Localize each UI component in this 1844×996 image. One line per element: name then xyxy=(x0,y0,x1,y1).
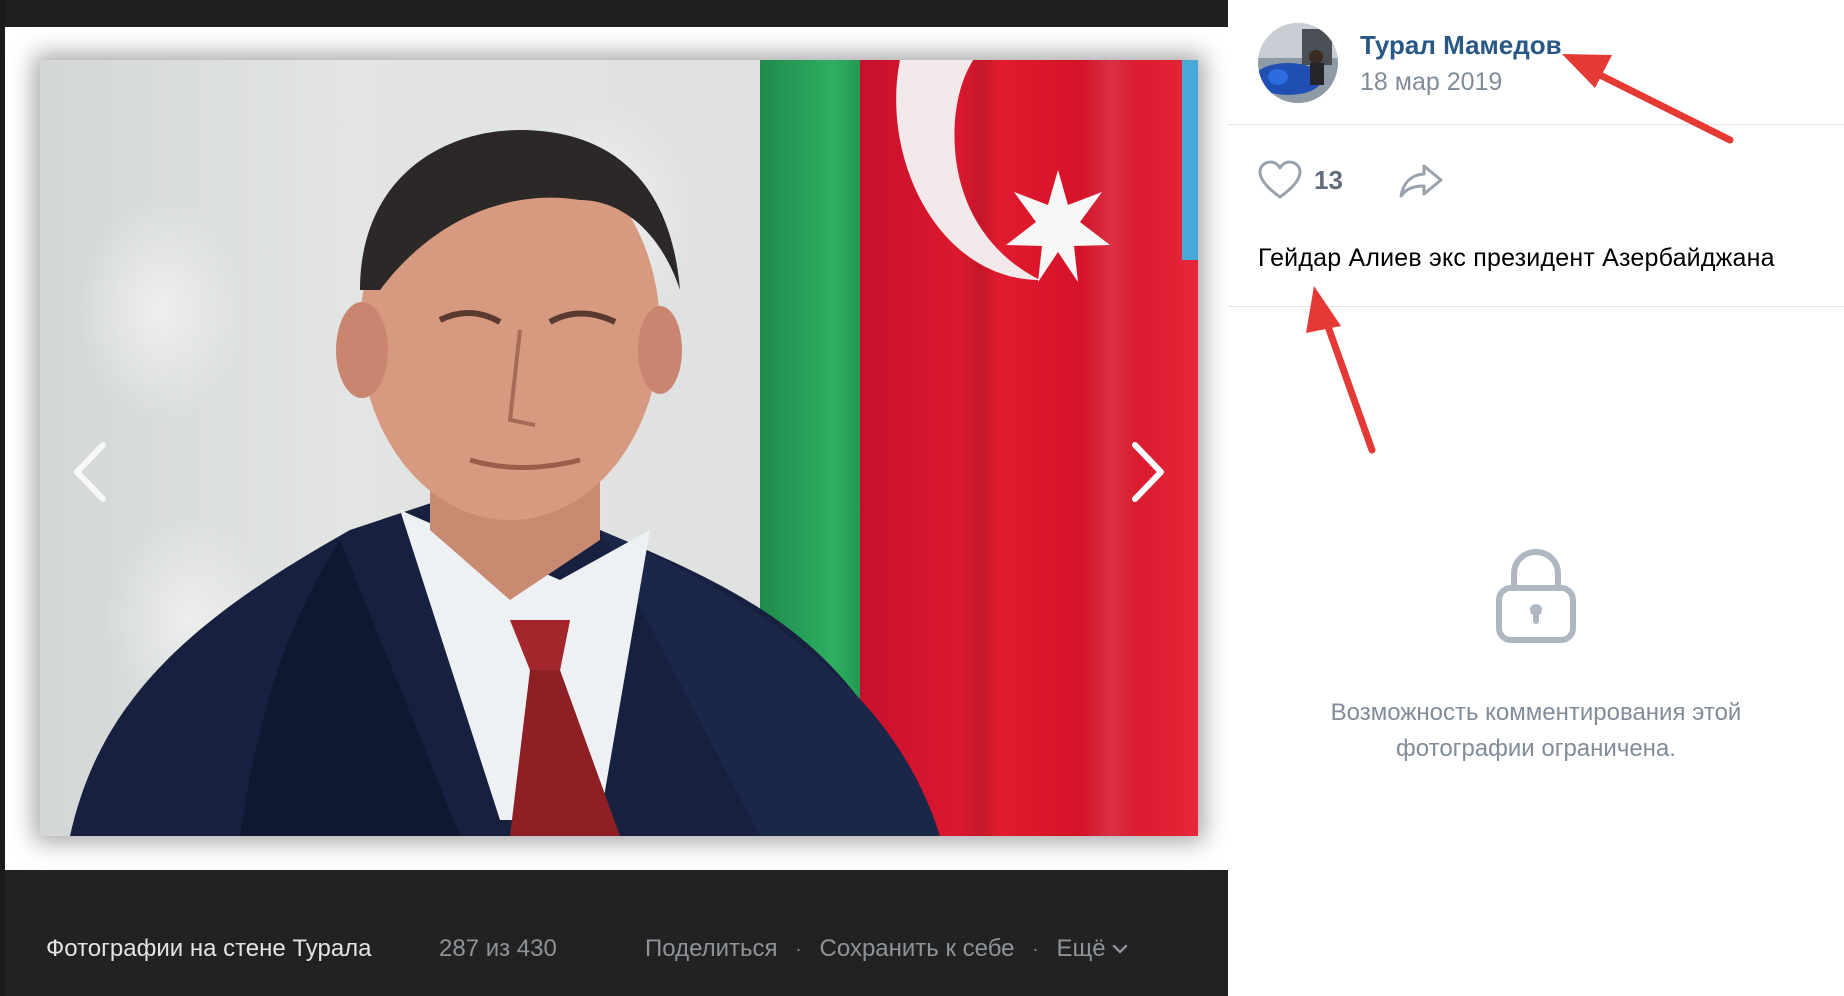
lock-icon xyxy=(1496,548,1576,643)
photo-info-panel: Турал Мамедов 18 мар 2019 13 Гейдар Алие… xyxy=(1228,0,1844,996)
share-link[interactable]: Поделиться xyxy=(645,935,778,963)
chevron-down-icon xyxy=(1112,944,1127,954)
comments-restricted-notice: Возможность комментирования этой фотогра… xyxy=(1330,699,1742,762)
avatar[interactable] xyxy=(1258,23,1338,103)
author-name-link[interactable]: Турал Мамедов xyxy=(1360,30,1562,61)
album-title-link[interactable]: Фотографии на стене Турала xyxy=(46,935,372,963)
photo-viewer: Фотографии на стене Турала 287 из 430 По… xyxy=(0,0,1228,996)
photo-caption: Гейдар Алиев экс президент Азербайджана xyxy=(1258,244,1775,272)
viewer-bottom-bar xyxy=(5,870,1228,996)
photo-counter: 287 из 430 xyxy=(439,935,557,962)
post-date[interactable]: 18 мар 2019 xyxy=(1360,68,1502,97)
separator: · xyxy=(795,938,802,959)
heart-icon xyxy=(1258,160,1302,199)
author-header: Турал Мамедов 18 мар 2019 xyxy=(1228,0,1844,125)
portrait-figure xyxy=(70,130,940,836)
more-menu-button[interactable]: Ещё xyxy=(1057,935,1128,963)
photo[interactable] xyxy=(40,60,1198,836)
like-count: 13 xyxy=(1314,164,1343,195)
divider xyxy=(1228,306,1844,307)
save-link[interactable]: Сохранить к себе xyxy=(820,935,1015,963)
viewer-actions: Поделиться · Сохранить к себе · Ещё xyxy=(645,935,1128,963)
like-button[interactable]: 13 xyxy=(1258,160,1343,200)
more-label: Ещё xyxy=(1056,935,1106,962)
photo-stage xyxy=(5,27,1228,870)
separator: · xyxy=(1032,938,1039,959)
chevron-left-icon[interactable] xyxy=(67,437,115,507)
chevron-right-icon[interactable] xyxy=(1123,437,1171,507)
share-icon[interactable] xyxy=(1398,163,1444,199)
